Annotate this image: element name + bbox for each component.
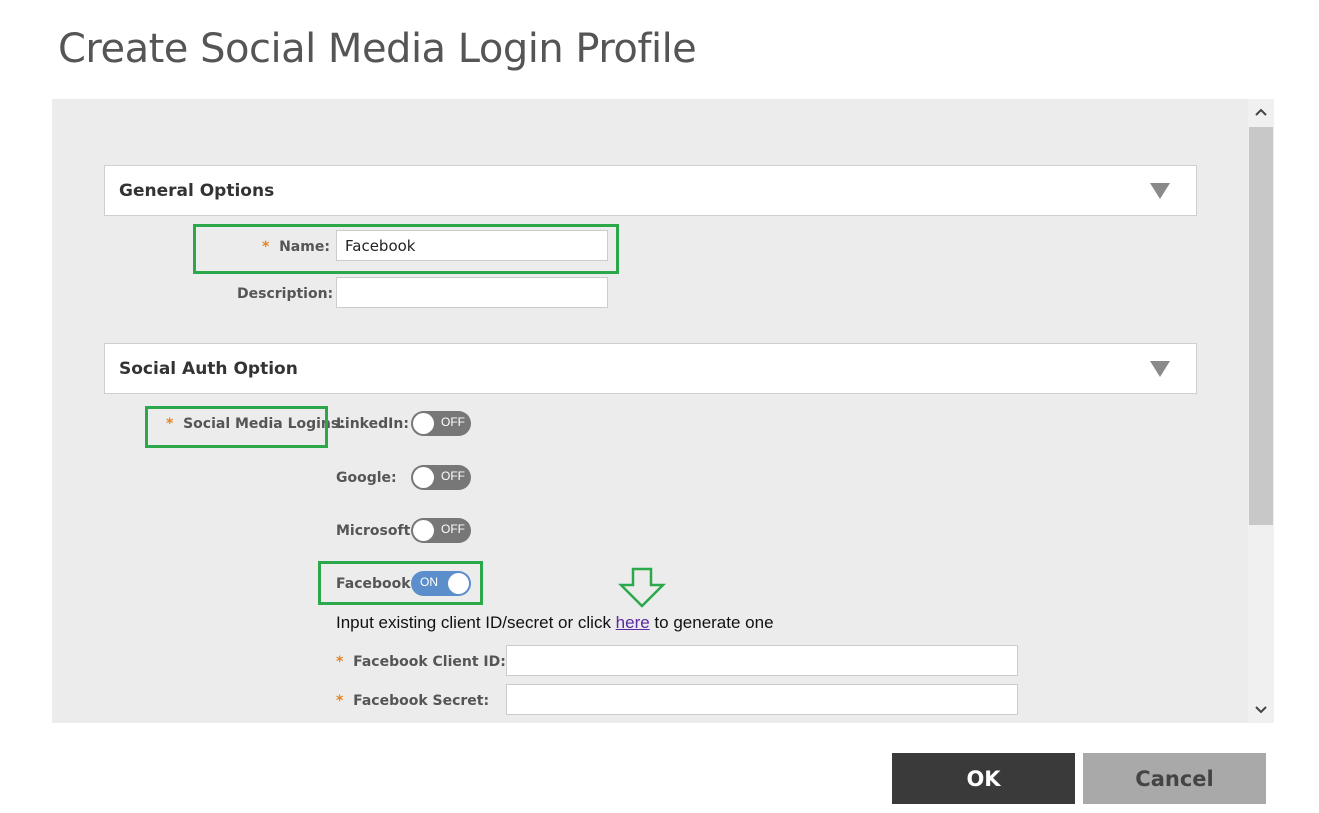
social-media-logins-label-text: Social Media Logins: (183, 416, 345, 432)
required-marker: * (336, 654, 344, 670)
generate-here-link[interactable]: here (616, 613, 650, 632)
microsoft-toggle[interactable]: OFF (411, 518, 471, 543)
facebook-client-id-label-text: Facebook Client ID: (353, 654, 506, 670)
toggle-knob (413, 467, 434, 488)
toggle-state: ON (420, 575, 438, 589)
dialog-title: Create Social Media Login Profile (58, 26, 697, 72)
facebook-label: Facebook: (336, 576, 417, 592)
name-label-text: Name: (279, 239, 330, 255)
ok-button[interactable]: OK (892, 753, 1075, 804)
facebook-toggle[interactable]: ON (411, 571, 471, 596)
scroll-down-icon[interactable] (1248, 697, 1274, 723)
required-marker: * (262, 239, 270, 255)
description-label: Description: (237, 286, 334, 302)
client-id-hint: Input existing client ID/secret or click… (336, 613, 774, 633)
required-marker: * (336, 693, 344, 709)
google-toggle[interactable]: OFF (411, 465, 471, 490)
toggle-state: OFF (441, 415, 465, 429)
name-label: * Name: (262, 239, 330, 255)
scrollbar-thumb[interactable] (1249, 127, 1273, 525)
general-options-title: General Options (119, 180, 275, 201)
required-marker: * (166, 416, 174, 432)
toggle-state: OFF (441, 469, 465, 483)
scroll-up-icon[interactable] (1248, 99, 1274, 125)
facebook-secret-input[interactable] (506, 684, 1018, 715)
general-options-header[interactable]: General Options (104, 165, 1197, 216)
social-auth-header[interactable]: Social Auth Option (104, 343, 1197, 394)
vertical-scrollbar[interactable] (1248, 99, 1274, 723)
cancel-button[interactable]: Cancel (1083, 753, 1266, 804)
facebook-client-id-label: * Facebook Client ID: (336, 654, 506, 670)
google-label: Google: (336, 470, 397, 486)
toggle-state: OFF (441, 522, 465, 536)
down-arrow-icon (618, 567, 666, 608)
facebook-secret-label: * Facebook Secret: (336, 693, 489, 709)
collapse-triangle-icon[interactable] (1150, 360, 1170, 377)
social-media-logins-label: * Social Media Logins: (166, 416, 345, 432)
hint-prefix: Input existing client ID/secret or click (336, 613, 616, 632)
description-input[interactable] (336, 277, 608, 308)
social-auth-title: Social Auth Option (119, 358, 298, 379)
name-input[interactable] (336, 230, 608, 261)
facebook-secret-label-text: Facebook Secret: (353, 693, 490, 709)
toggle-knob (413, 520, 434, 541)
toggle-knob (413, 413, 434, 434)
linkedin-label: LinkedIn: (336, 416, 409, 432)
hint-suffix: to generate one (649, 613, 774, 632)
linkedin-toggle[interactable]: OFF (411, 411, 471, 436)
facebook-client-id-input[interactable] (506, 645, 1018, 676)
toggle-knob (448, 573, 469, 594)
collapse-triangle-icon[interactable] (1150, 182, 1170, 199)
microsoft-label: Microsoft: (336, 523, 416, 539)
form-scroll-panel: General Options * Name: Description: Soc… (52, 99, 1274, 723)
